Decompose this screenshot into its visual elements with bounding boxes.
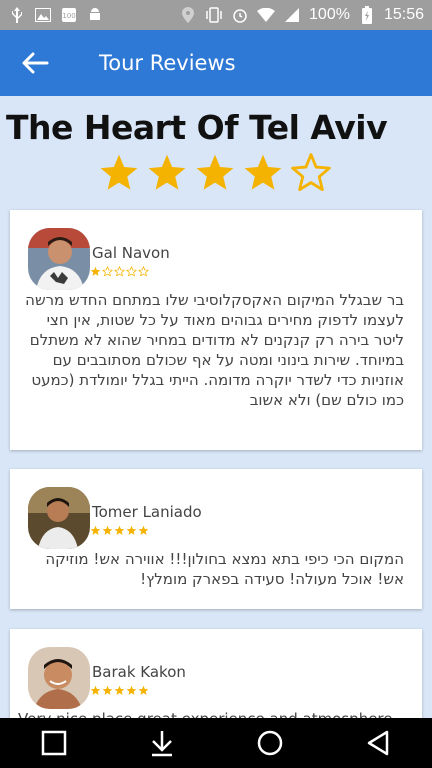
status-bar: 100 100% 15:56 — [0, 0, 432, 30]
star-outline-icon — [291, 153, 331, 192]
star-filled-icon — [138, 525, 149, 535]
star-outline-icon — [138, 266, 149, 277]
arrow-left-icon — [22, 52, 49, 74]
battery-charging-icon — [358, 6, 376, 24]
avatar — [28, 647, 90, 709]
star-filled-icon — [148, 154, 186, 190]
star-outline-icon — [126, 266, 137, 277]
tour-rating — [98, 152, 332, 194]
back-button[interactable] — [0, 30, 70, 96]
star-filled-icon — [244, 154, 282, 190]
app-bar: Tour Reviews — [0, 30, 432, 96]
star-filled-icon — [114, 525, 125, 535]
square-icon — [41, 730, 67, 756]
review-card: Tomer Laniado המקום הכי כיפי בתא נמצא בח… — [10, 469, 422, 609]
vibrate-icon — [205, 6, 223, 24]
star-outline-icon — [114, 266, 125, 277]
back-nav-button[interactable] — [358, 723, 398, 763]
review-text: המקום הכי כיפי בתא נמצא בחולון!!! אווירה… — [45, 550, 404, 588]
status-right: 100% 15:56 — [179, 6, 424, 24]
alarm-icon — [231, 6, 249, 24]
reviewer-name: Gal Navon — [92, 244, 170, 262]
battery-100-icon: 100 — [60, 6, 78, 24]
reviewer-name: Tomer Laniado — [92, 503, 202, 521]
star-filled-icon — [90, 266, 101, 276]
page-title: Tour Reviews — [99, 51, 236, 75]
star-filled-icon — [100, 154, 138, 190]
avatar — [28, 228, 90, 290]
review-text: Very nice place great experience and atm… — [18, 709, 404, 718]
download-button[interactable] — [142, 723, 182, 763]
reviewer-name: Barak Kakon — [92, 663, 186, 681]
avatar — [28, 487, 90, 549]
home-button[interactable] — [250, 723, 290, 763]
status-left: 100 — [8, 6, 104, 24]
clock: 15:56 — [383, 6, 424, 23]
star-filled-icon — [126, 525, 137, 535]
star-filled-icon — [114, 685, 125, 695]
review-text: בר שבגלל המיקום האקסקלוסיבי שלו במתחם הח… — [25, 291, 404, 409]
triangle-back-icon — [367, 730, 389, 756]
star-filled-icon — [102, 685, 113, 695]
location-icon — [179, 6, 197, 24]
star-outline-icon — [102, 266, 113, 277]
download-icon — [152, 731, 172, 757]
wifi-icon — [257, 6, 276, 24]
star-filled-icon — [126, 685, 137, 695]
image-icon — [34, 6, 52, 24]
recent-apps-button[interactable] — [34, 723, 74, 763]
star-filled-icon — [90, 525, 101, 535]
review-rating — [90, 266, 149, 277]
circle-icon — [257, 730, 283, 756]
review-rating — [90, 525, 149, 536]
tour-name: The Heart Of Tel Aviv — [6, 108, 388, 147]
reviews-scroll-area[interactable]: The Heart Of Tel Aviv Gal Navon בר שבגלל… — [0, 96, 432, 718]
usb-icon — [8, 6, 26, 24]
star-filled-icon — [196, 154, 234, 190]
star-filled-icon — [138, 685, 149, 695]
svg-text:100: 100 — [62, 12, 75, 20]
navigation-bar — [0, 718, 432, 768]
review-rating — [90, 685, 149, 696]
android-icon — [86, 6, 104, 24]
review-card: Gal Navon בר שבגלל המיקום האקסקלוסיבי של… — [10, 210, 422, 450]
signal-icon — [283, 6, 301, 24]
battery-percent: 100% — [309, 6, 350, 23]
star-filled-icon — [102, 525, 113, 535]
review-card: Barak Kakon Very nice place great experi… — [10, 629, 422, 718]
star-filled-icon — [90, 685, 101, 695]
